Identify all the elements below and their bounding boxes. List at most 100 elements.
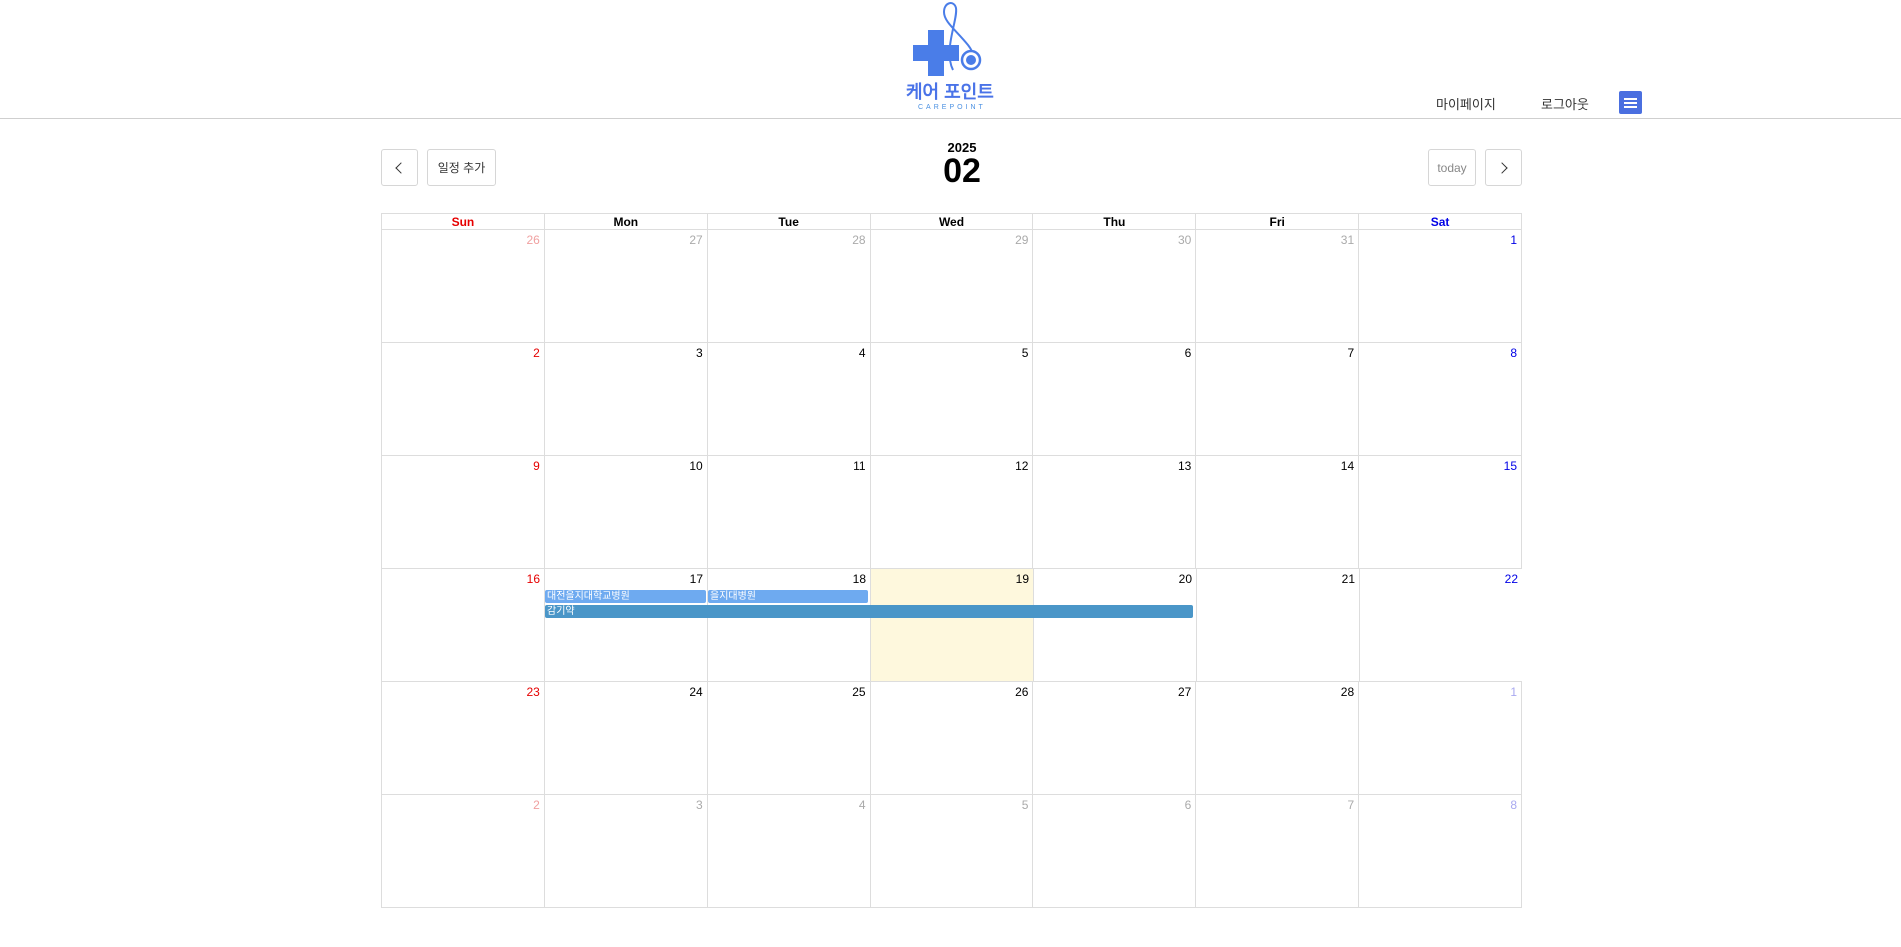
calendar-event[interactable]: 감기약 — [545, 605, 1193, 618]
calendar-month: 02 — [943, 152, 981, 190]
day-cell[interactable]: 18 — [707, 569, 870, 682]
day-cell[interactable]: 7 — [1195, 343, 1359, 456]
day-cell[interactable]: 31 — [1195, 230, 1359, 343]
day-number: 20 — [1178, 572, 1192, 586]
day-number: 1 — [1510, 685, 1518, 699]
day-number: 3 — [696, 346, 703, 360]
day-number: 5 — [1021, 346, 1029, 360]
hamburger-icon — [1624, 98, 1637, 100]
day-cell[interactable]: 8 — [1358, 795, 1523, 908]
day-number: 5 — [1021, 798, 1029, 812]
day-cell[interactable]: 6 — [1032, 795, 1196, 908]
day-cell[interactable]: 1 — [1358, 230, 1523, 343]
day-cell[interactable]: 15 — [1358, 456, 1523, 569]
calendar-event[interactable]: 을지대병원 — [708, 590, 868, 603]
add-event-button[interactable]: 일정 추가 — [427, 149, 496, 186]
weekday-fri: Fri — [1195, 213, 1359, 230]
day-cell[interactable]: 25 — [706, 682, 870, 795]
day-cell[interactable]: 21 — [1196, 569, 1359, 682]
weekday-sun: Sun — [381, 213, 544, 230]
day-number: 17 — [689, 572, 703, 586]
next-month-button[interactable] — [1485, 149, 1522, 186]
day-cell[interactable]: 30 — [1032, 230, 1196, 343]
mypage-link[interactable]: 마이페이지 — [1436, 94, 1496, 113]
day-cell[interactable]: 9 — [381, 456, 544, 569]
calendar-week: 16 17 18 19 20 21 22 대전을지대학교병원 을지대병원감기약 — [381, 569, 1522, 682]
day-number: 6 — [1184, 346, 1192, 360]
day-number: 28 — [1340, 685, 1355, 699]
day-cell[interactable]: 20 — [1033, 569, 1196, 682]
day-number: 10 — [689, 459, 703, 473]
weekday-header: Sun Mon Tue Wed Thu Fri Sat — [381, 213, 1523, 230]
day-number: 7 — [1347, 346, 1355, 360]
logo-subtext: CAREPOINT — [918, 104, 986, 111]
day-cell-today[interactable]: 19 — [870, 569, 1033, 682]
day-number: 28 — [852, 233, 866, 247]
day-cell[interactable]: 26 — [869, 682, 1033, 795]
day-cell[interactable]: 6 — [1032, 343, 1196, 456]
day-number: 22 — [1504, 572, 1518, 586]
day-cell[interactable]: 17 — [544, 569, 707, 682]
day-number: 31 — [1340, 233, 1355, 247]
day-number: 18 — [852, 572, 866, 586]
calendar-grid: Sun Mon Tue Wed Thu Fri Sat 26 27 28 29 30 31 1 2 3 4 5 6… — [381, 213, 1523, 908]
day-cell[interactable]: 12 — [869, 456, 1033, 569]
day-cell[interactable]: 1 — [1358, 682, 1523, 795]
day-cell[interactable]: 7 — [1195, 795, 1359, 908]
day-cell[interactable]: 4 — [706, 343, 870, 456]
logout-link[interactable]: 로그아웃 — [1541, 94, 1589, 113]
day-cell[interactable]: 23 — [381, 682, 544, 795]
calendar-event[interactable]: 대전을지대학교병원 — [545, 590, 706, 603]
calendar-week: 2 3 4 5 6 7 8 — [381, 343, 1523, 456]
day-number: 23 — [526, 685, 540, 699]
day-cell[interactable]: 27 — [1032, 682, 1196, 795]
calendar-week: 23 24 25 26 27 28 1 — [381, 682, 1523, 795]
today-button[interactable]: today — [1428, 149, 1476, 186]
day-number: 26 — [526, 233, 540, 247]
header: 케어 포인트 CAREPOINT 마이페이지 로그아웃 — [0, 0, 1901, 119]
day-number: 21 — [1341, 572, 1355, 586]
day-cell[interactable]: 27 — [543, 230, 707, 343]
day-cell[interactable]: 4 — [706, 795, 870, 908]
day-cell[interactable]: 13 — [1032, 456, 1196, 569]
weekday-sat: Sat — [1358, 213, 1523, 230]
day-cell[interactable]: 14 — [1195, 456, 1359, 569]
day-cell[interactable]: 3 — [543, 343, 707, 456]
day-cell[interactable]: 22 — [1359, 569, 1522, 682]
day-cell[interactable]: 29 — [869, 230, 1033, 343]
day-number: 27 — [1177, 685, 1192, 699]
day-cell[interactable]: 26 — [381, 230, 544, 343]
day-number: 30 — [1177, 233, 1192, 247]
weekday-wed: Wed — [869, 213, 1033, 230]
day-cell[interactable]: 8 — [1358, 343, 1523, 456]
day-number: 26 — [1015, 685, 1029, 699]
day-cell[interactable]: 28 — [706, 230, 870, 343]
day-cell[interactable]: 5 — [869, 795, 1033, 908]
day-cell[interactable]: 2 — [381, 343, 544, 456]
weekday-tue: Tue — [706, 213, 870, 230]
day-number: 29 — [1015, 233, 1029, 247]
calendar-weeks: 26 27 28 29 30 31 1 2 3 4 5 6 7 8 9 10 11 12 13 14 15 16 17 18 1… — [381, 230, 1523, 908]
day-cell[interactable]: 28 — [1195, 682, 1359, 795]
weekday-mon: Mon — [543, 213, 707, 230]
day-number: 2 — [533, 346, 540, 360]
day-number: 9 — [533, 459, 540, 473]
calendar-week: 26 27 28 29 30 31 1 — [381, 230, 1523, 343]
day-number: 3 — [696, 798, 703, 812]
day-cell[interactable]: 5 — [869, 343, 1033, 456]
weekday-thu: Thu — [1032, 213, 1196, 230]
calendar-week: 2 3 4 5 6 7 8 — [381, 795, 1523, 908]
day-number: 16 — [526, 572, 540, 586]
day-number: 6 — [1184, 798, 1192, 812]
day-cell[interactable]: 11 — [706, 456, 870, 569]
prev-month-button[interactable] — [381, 149, 418, 186]
day-cell[interactable]: 24 — [543, 682, 707, 795]
day-cell[interactable]: 2 — [381, 795, 544, 908]
day-cell[interactable]: 3 — [543, 795, 707, 908]
day-number: 2 — [533, 798, 540, 812]
day-number: 11 — [853, 459, 866, 473]
day-cell[interactable]: 10 — [543, 456, 707, 569]
logo-text: 케어 포인트 — [906, 82, 994, 102]
day-cell[interactable]: 16 — [381, 569, 544, 682]
menu-button[interactable] — [1619, 91, 1642, 114]
